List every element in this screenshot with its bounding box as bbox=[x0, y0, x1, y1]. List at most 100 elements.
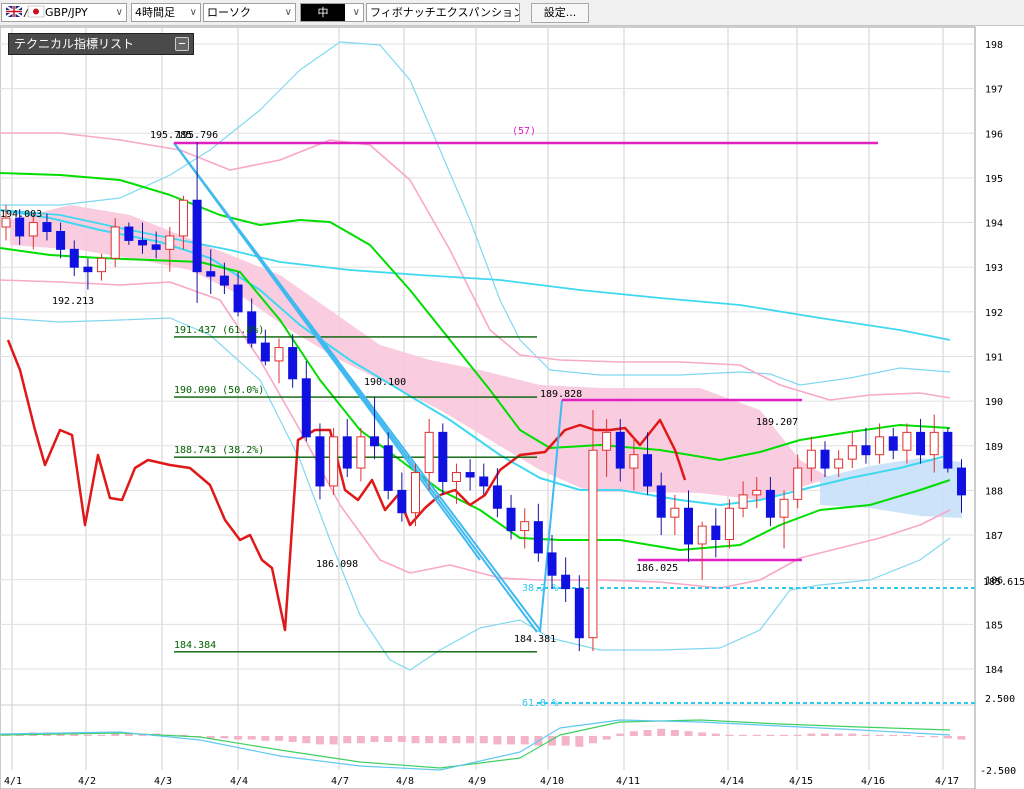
indicator-list-panel[interactable]: テクニカル指標リスト bbox=[8, 33, 194, 55]
oscillator-bar bbox=[466, 736, 475, 744]
oscillator-bar bbox=[425, 736, 434, 744]
x-tick-label: 4/11 bbox=[616, 776, 640, 787]
candle-body bbox=[547, 552, 557, 576]
candle-body bbox=[451, 472, 461, 482]
oscillator-bar bbox=[234, 736, 243, 740]
x-tick-label: 4/14 bbox=[720, 776, 744, 787]
oscillator-bar bbox=[834, 733, 843, 736]
candle-body bbox=[574, 588, 584, 639]
x-tick-label: 4/9 bbox=[468, 776, 486, 787]
oscillator-bar bbox=[343, 736, 352, 744]
oscillator-bar bbox=[452, 736, 461, 744]
oscillator-bar bbox=[902, 734, 911, 736]
candle-body bbox=[438, 431, 448, 482]
minimize-icon[interactable] bbox=[175, 37, 189, 51]
oscillator-tick-label: 2.500 bbox=[985, 694, 1015, 705]
candle-body bbox=[820, 449, 830, 469]
price-annotation: 189.828 bbox=[540, 389, 582, 400]
x-tick-label: 4/7 bbox=[331, 776, 349, 787]
candle-body bbox=[847, 445, 857, 460]
oscillator-bar bbox=[261, 736, 270, 741]
oscillator-bar bbox=[588, 736, 597, 744]
oscillator-bar bbox=[957, 736, 966, 740]
flag-icon: / bbox=[5, 5, 45, 19]
oscillator-bar bbox=[315, 736, 324, 745]
settings-button[interactable]: 設定... bbox=[531, 3, 589, 23]
candle-body bbox=[779, 498, 789, 518]
candle-body bbox=[370, 436, 380, 447]
chevron-down-icon: ∨ bbox=[189, 7, 197, 18]
y-tick-label: 193 bbox=[985, 263, 1003, 274]
expansion-label: 38.2 % bbox=[522, 583, 558, 594]
candle-body bbox=[861, 445, 871, 456]
y-tick-label: 184 bbox=[985, 665, 1003, 676]
oscillator-bar bbox=[329, 736, 338, 745]
candle-body bbox=[56, 230, 66, 250]
y-tick-label: 190 bbox=[985, 397, 1003, 408]
y-tick-label: 189 bbox=[985, 442, 1003, 453]
oscillator-bar bbox=[711, 733, 720, 736]
candle-body bbox=[943, 431, 953, 469]
candle-body bbox=[233, 284, 243, 313]
price-annotation: 194.003 bbox=[0, 209, 42, 220]
oscillator-bar bbox=[766, 734, 775, 736]
x-tick-label: 4/1 bbox=[4, 776, 22, 787]
x-tick-label: 4/17 bbox=[935, 776, 959, 787]
oscillator-bar bbox=[493, 736, 502, 745]
oscillator-bar bbox=[780, 734, 789, 736]
y-tick-label: 198 bbox=[985, 40, 1003, 51]
candle-body bbox=[916, 431, 926, 456]
candle-body bbox=[929, 431, 939, 456]
current-price-label: 185.615 bbox=[983, 577, 1024, 588]
candle-body bbox=[724, 507, 734, 541]
oscillator-bar bbox=[943, 736, 952, 739]
oscillator-bar bbox=[848, 733, 857, 736]
timeframe-select[interactable]: 4時間足 ∨ bbox=[131, 3, 201, 22]
candle-body bbox=[465, 472, 475, 478]
candle-body bbox=[875, 436, 885, 456]
x-tick-label: 4/15 bbox=[789, 776, 813, 787]
oscillator-bar bbox=[411, 736, 420, 744]
candle-body bbox=[97, 257, 107, 273]
line-thickness-select[interactable]: 中 ∨ bbox=[300, 3, 364, 22]
candle-body bbox=[83, 266, 93, 273]
candle-body bbox=[615, 431, 625, 469]
drawing-tool-field[interactable]: フィボナッチエクスパンション bbox=[366, 3, 520, 22]
y-tick-label: 191 bbox=[985, 352, 1003, 363]
candle-body bbox=[315, 436, 325, 487]
oscillator-bar bbox=[520, 736, 529, 745]
oscillator-bar bbox=[370, 736, 379, 742]
candle-body bbox=[793, 467, 803, 500]
fib-level-label: 188.743 (38.2%) bbox=[174, 445, 264, 456]
candle-body bbox=[260, 342, 270, 362]
indicator-list-title: テクニカル指標リスト bbox=[14, 37, 135, 51]
chart-style-select[interactable]: ローソク ∨ bbox=[203, 3, 296, 22]
candle-body bbox=[219, 275, 229, 286]
x-tick-label: 4/10 bbox=[540, 776, 564, 787]
y-tick-label: 188 bbox=[985, 486, 1003, 497]
price-annotation: 189.207 bbox=[756, 417, 798, 428]
candle-body bbox=[165, 235, 175, 250]
oscillator-bar bbox=[861, 734, 870, 736]
candle-body bbox=[274, 347, 284, 362]
oscillator-bar bbox=[384, 736, 393, 742]
candle-body bbox=[957, 467, 966, 496]
candle-body bbox=[588, 449, 598, 639]
chart-style-label: ローソク bbox=[207, 6, 251, 19]
oscillator-bar bbox=[83, 734, 92, 736]
oscillator-bar bbox=[875, 734, 884, 736]
x-tick-label: 4/4 bbox=[230, 776, 248, 787]
oscillator-bar bbox=[288, 736, 297, 742]
candle-body bbox=[479, 476, 489, 487]
fib-level-label: 191.437 (61.8%) bbox=[174, 325, 264, 336]
timeframe-label: 4時間足 bbox=[135, 6, 175, 19]
symbol-select[interactable]: / GBP/JPY ∨ bbox=[1, 3, 127, 22]
candle-body bbox=[424, 431, 434, 474]
chevron-down-icon: ∨ bbox=[115, 7, 123, 18]
candle-body bbox=[69, 248, 79, 268]
price-chart[interactable]: 191.437 (61.8%) 190.090 (50.0%) 188.743 (3… bbox=[0, 26, 1024, 789]
oscillator-tick-label: -2.500 bbox=[980, 766, 1016, 777]
candle-body bbox=[656, 485, 666, 518]
candle-body bbox=[602, 431, 612, 451]
price-annotation: 184.381 bbox=[514, 634, 556, 645]
